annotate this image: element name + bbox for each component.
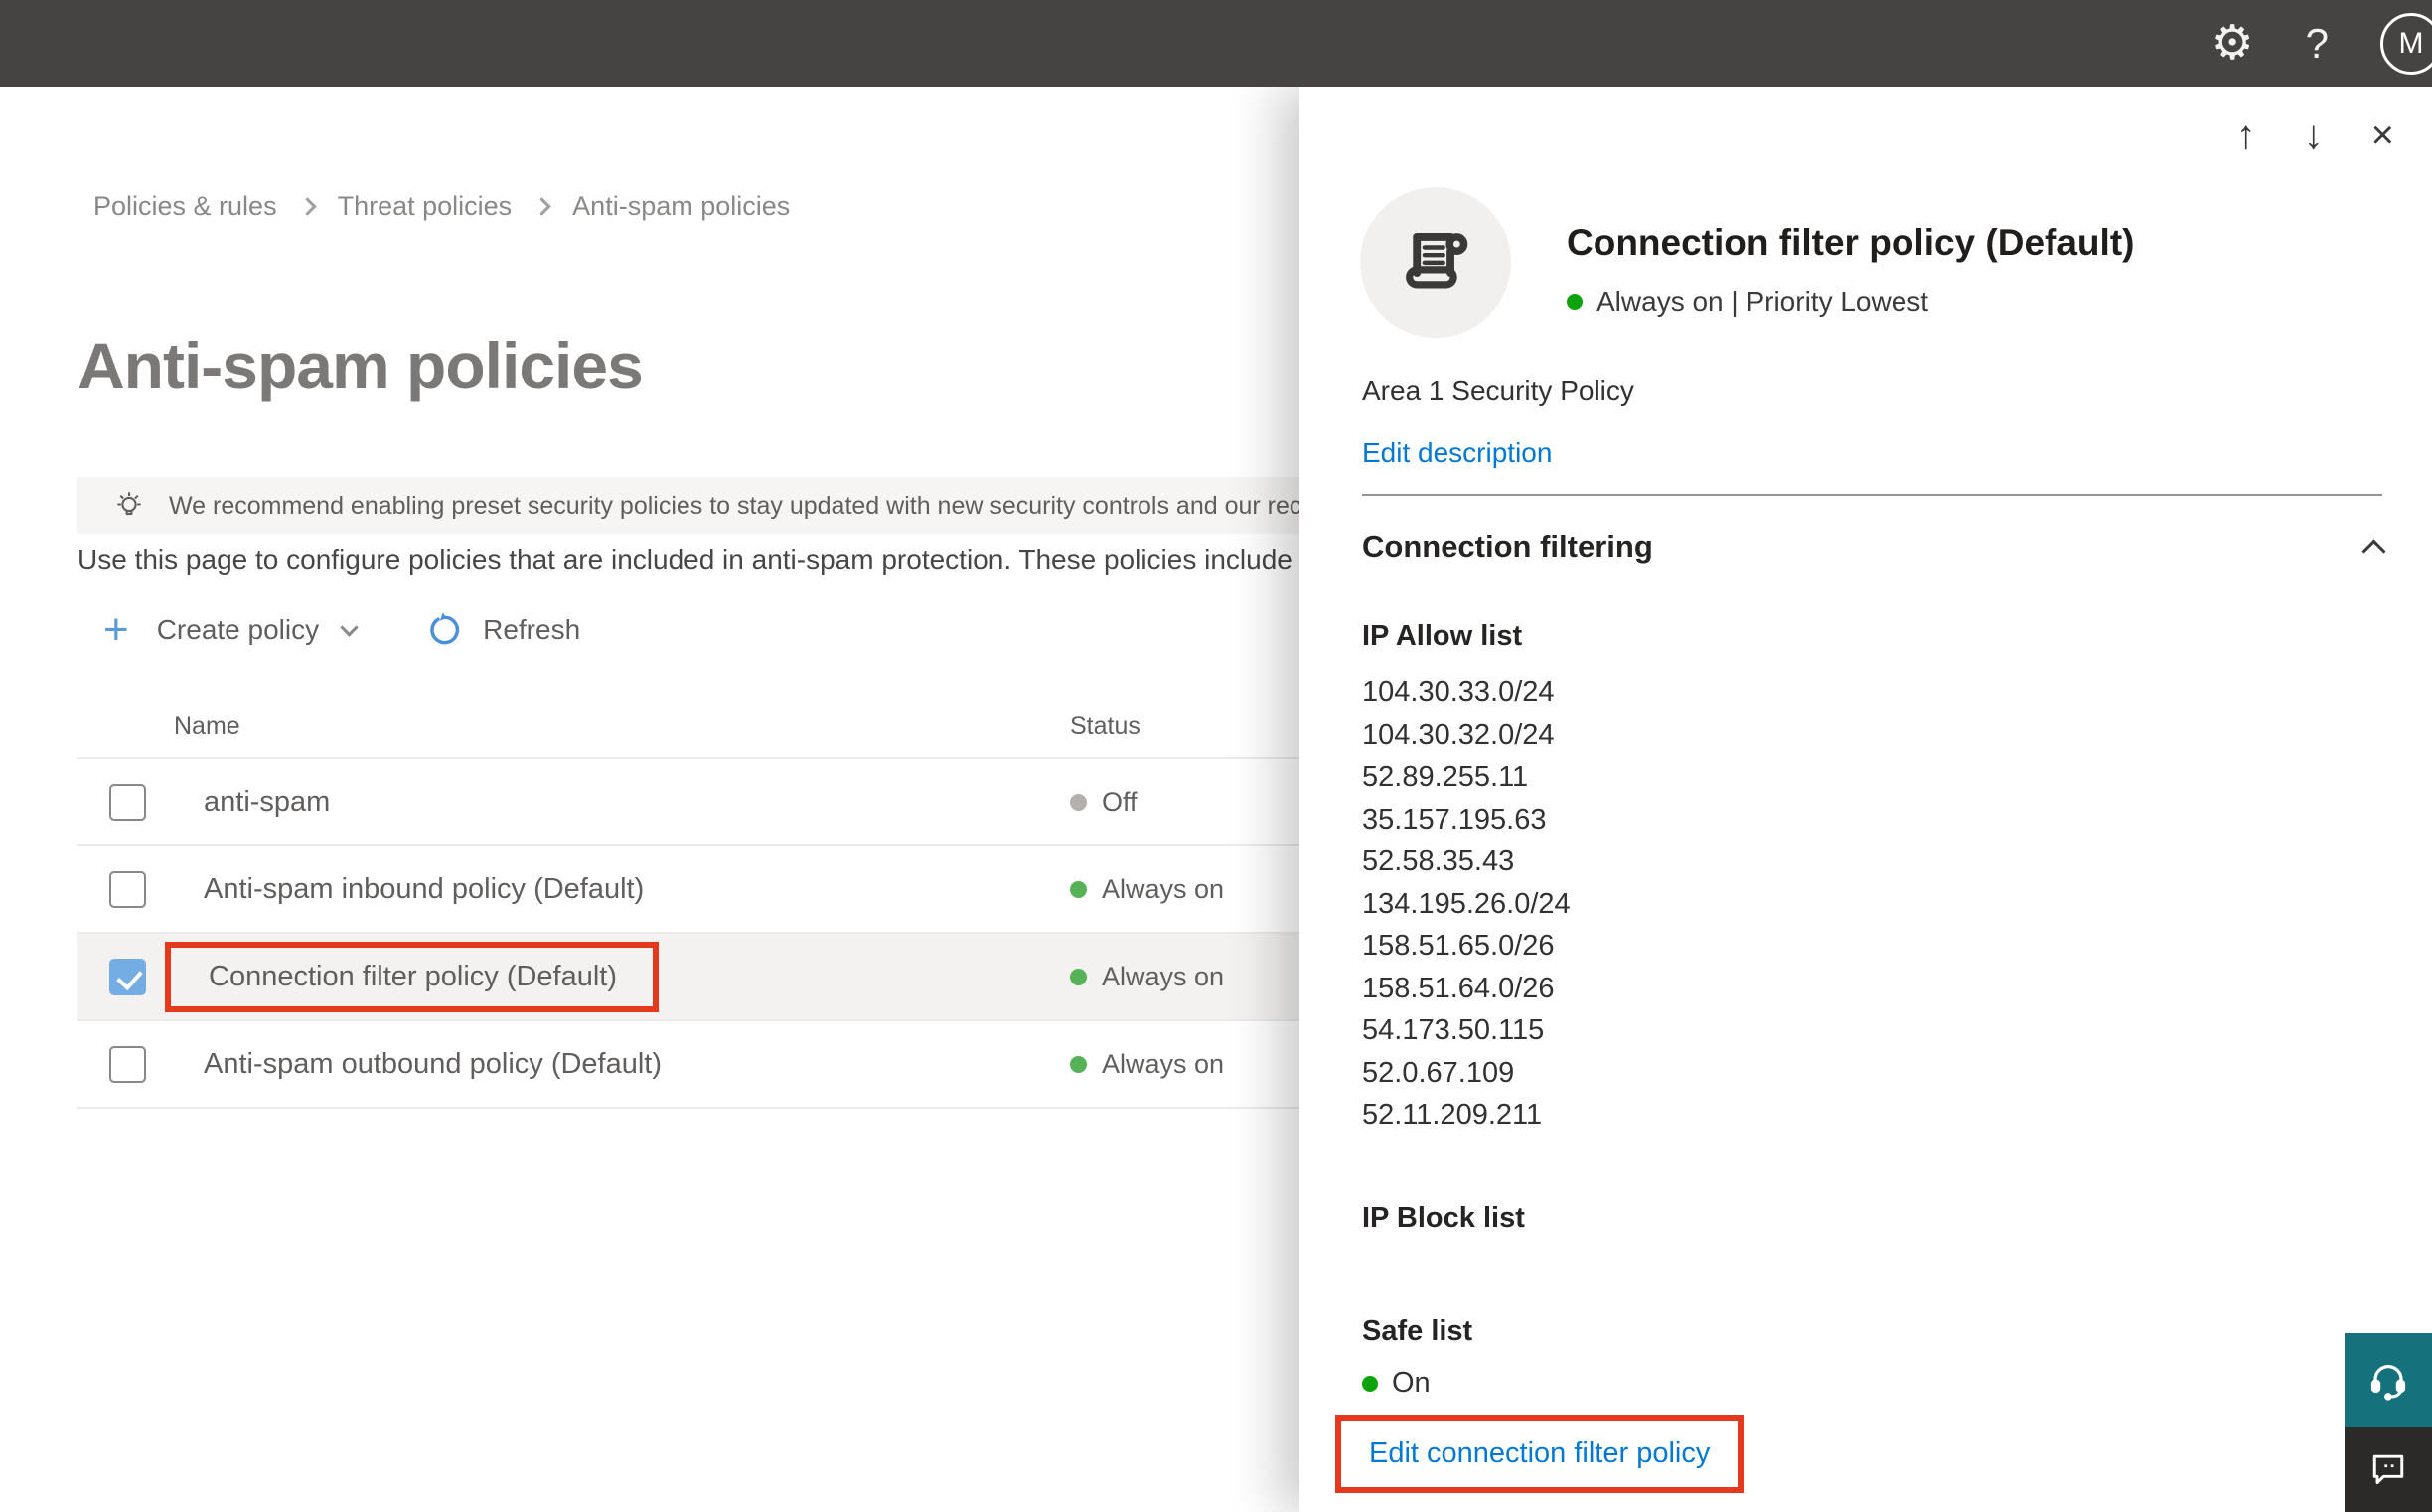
refresh-icon	[430, 612, 460, 645]
refresh-label: Refresh	[483, 614, 581, 645]
command-bar: + Create policy Refresh	[103, 608, 580, 652]
section-connection-filtering[interactable]: Connection filtering	[1362, 529, 2386, 565]
headset-icon	[2370, 1364, 2406, 1401]
policy-name-annotated[interactable]: Connection filter policy (Default)	[165, 941, 660, 1012]
status-label: Off	[1102, 786, 1138, 817]
safe-list-status-text: On	[1392, 1367, 1431, 1399]
column-header-name[interactable]: Name	[174, 712, 240, 741]
breadcrumb-threat-policies[interactable]: Threat policies	[338, 191, 513, 222]
status-label: Always on	[1102, 1048, 1225, 1079]
arrow-up-icon[interactable]: ↑	[2236, 115, 2256, 155]
policy-details-flyout: ↑ ↓ × Connection filter policy (Default)…	[1299, 87, 2432, 1512]
ip-entry: 52.11.209.211	[1362, 1099, 1543, 1131]
ip-entry: 104.30.33.0/24	[1362, 677, 1555, 708]
safe-list-label: Safe list	[1362, 1315, 1473, 1347]
safe-list-status: On	[1362, 1367, 1431, 1400]
policy-name: Anti-spam outbound policy (Default)	[204, 1047, 663, 1080]
refresh-button[interactable]: Refresh	[425, 611, 580, 649]
breadcrumb-anti-spam-policies[interactable]: Anti-spam policies	[572, 191, 790, 222]
section-title: Connection filtering	[1362, 529, 1653, 564]
ip-allow-list-label: IP Allow list	[1362, 620, 1523, 652]
breadcrumb-policies-rules[interactable]: Policies & rules	[93, 191, 277, 222]
edit-description-link[interactable]: Edit description	[1362, 437, 1552, 469]
banner-text: We recommend enabling preset security po…	[169, 491, 1371, 520]
row-checkbox[interactable]	[109, 870, 146, 908]
feedback-bubble-icon	[2372, 1454, 2404, 1485]
lightbulb-icon	[117, 492, 141, 516]
status-cell: Always on	[1070, 874, 1224, 905]
ip-entry: 134.195.26.0/24	[1362, 887, 1571, 920]
policy-name: Anti-spam inbound policy (Default)	[204, 872, 645, 905]
status-dot-on	[1362, 1375, 1378, 1392]
settings-gear-icon[interactable]: ⚙	[2211, 20, 2254, 68]
close-icon[interactable]: ×	[2371, 115, 2394, 155]
policy-name: anti-spam	[204, 785, 331, 818]
chevron-down-icon[interactable]	[340, 617, 359, 637]
status-cell: Off	[1070, 787, 1138, 818]
status-dot-on	[1070, 1055, 1087, 1073]
flyout-controls: ↑ ↓ ×	[2236, 115, 2394, 155]
status-cell: Always on	[1070, 962, 1224, 992]
create-policy-button[interactable]: Create policy	[157, 614, 319, 646]
top-app-bar: ⚙ ? M	[0, 0, 2432, 87]
policy-badge	[1360, 187, 1511, 338]
status-dot-on	[1070, 880, 1087, 898]
row-checkbox-checked[interactable]	[109, 958, 146, 995]
flyout-title: Connection filter policy (Default)	[1567, 223, 2135, 263]
chevron-right-icon	[532, 197, 551, 216]
policy-description: Area 1 Security Policy	[1362, 376, 1634, 406]
feedback-button[interactable]	[2345, 1427, 2432, 1512]
ip-entry: 54.173.50.115	[1362, 1014, 1545, 1046]
column-header-status[interactable]: Status	[1070, 712, 1140, 741]
ip-block-list-label: IP Block list	[1362, 1202, 1525, 1234]
account-avatar[interactable]: M	[2380, 13, 2432, 75]
ip-entry: 52.0.67.109	[1362, 1056, 1515, 1089]
chevron-up-icon[interactable]	[2361, 538, 2386, 564]
flyout-header: Connection filter policy (Default) Alway…	[1360, 187, 2134, 338]
ip-entry: 52.58.35.43	[1362, 845, 1515, 877]
ip-entry: 35.157.195.63	[1362, 803, 1547, 835]
status-dot-off	[1070, 793, 1087, 811]
annotation-box: Edit connection filter policy	[1335, 1415, 1745, 1493]
arrow-down-icon[interactable]: ↓	[2304, 115, 2324, 155]
status-dot-on	[1567, 294, 1583, 310]
page-title: Anti-spam policies	[77, 329, 644, 402]
ip-entry: 158.51.65.0/26	[1362, 930, 1555, 962]
ip-entry: 104.30.32.0/24	[1362, 718, 1555, 751]
page-intro-text: Use this page to configure policies that…	[77, 544, 1292, 575]
breadcrumb: Policies & rules Threat policies Anti-sp…	[93, 191, 790, 222]
ip-allow-list: 104.30.33.0/24 104.30.32.0/24 52.89.255.…	[1362, 672, 1571, 1136]
help-icon[interactable]: ?	[2306, 23, 2329, 65]
row-checkbox[interactable]	[109, 783, 146, 821]
plus-icon: +	[103, 605, 129, 654]
flyout-status-text: Always on | Priority Lowest	[1596, 286, 1929, 317]
status-label: Always on	[1102, 873, 1225, 904]
divider	[1362, 494, 2382, 496]
chevron-right-icon	[297, 197, 317, 216]
scroll-icon	[1406, 232, 1468, 289]
edit-connection-filter-policy-link[interactable]: Edit connection filter policy	[1369, 1437, 1710, 1469]
ip-entry: 52.89.255.11	[1362, 761, 1529, 793]
status-label: Always on	[1102, 961, 1225, 991]
ip-entry: 158.51.64.0/26	[1362, 972, 1555, 1004]
row-checkbox[interactable]	[109, 1045, 146, 1083]
status-cell: Always on	[1070, 1049, 1224, 1080]
flyout-status: Always on | Priority Lowest	[1567, 286, 2134, 318]
support-button[interactable]	[2345, 1333, 2432, 1427]
status-dot-on	[1070, 968, 1087, 985]
